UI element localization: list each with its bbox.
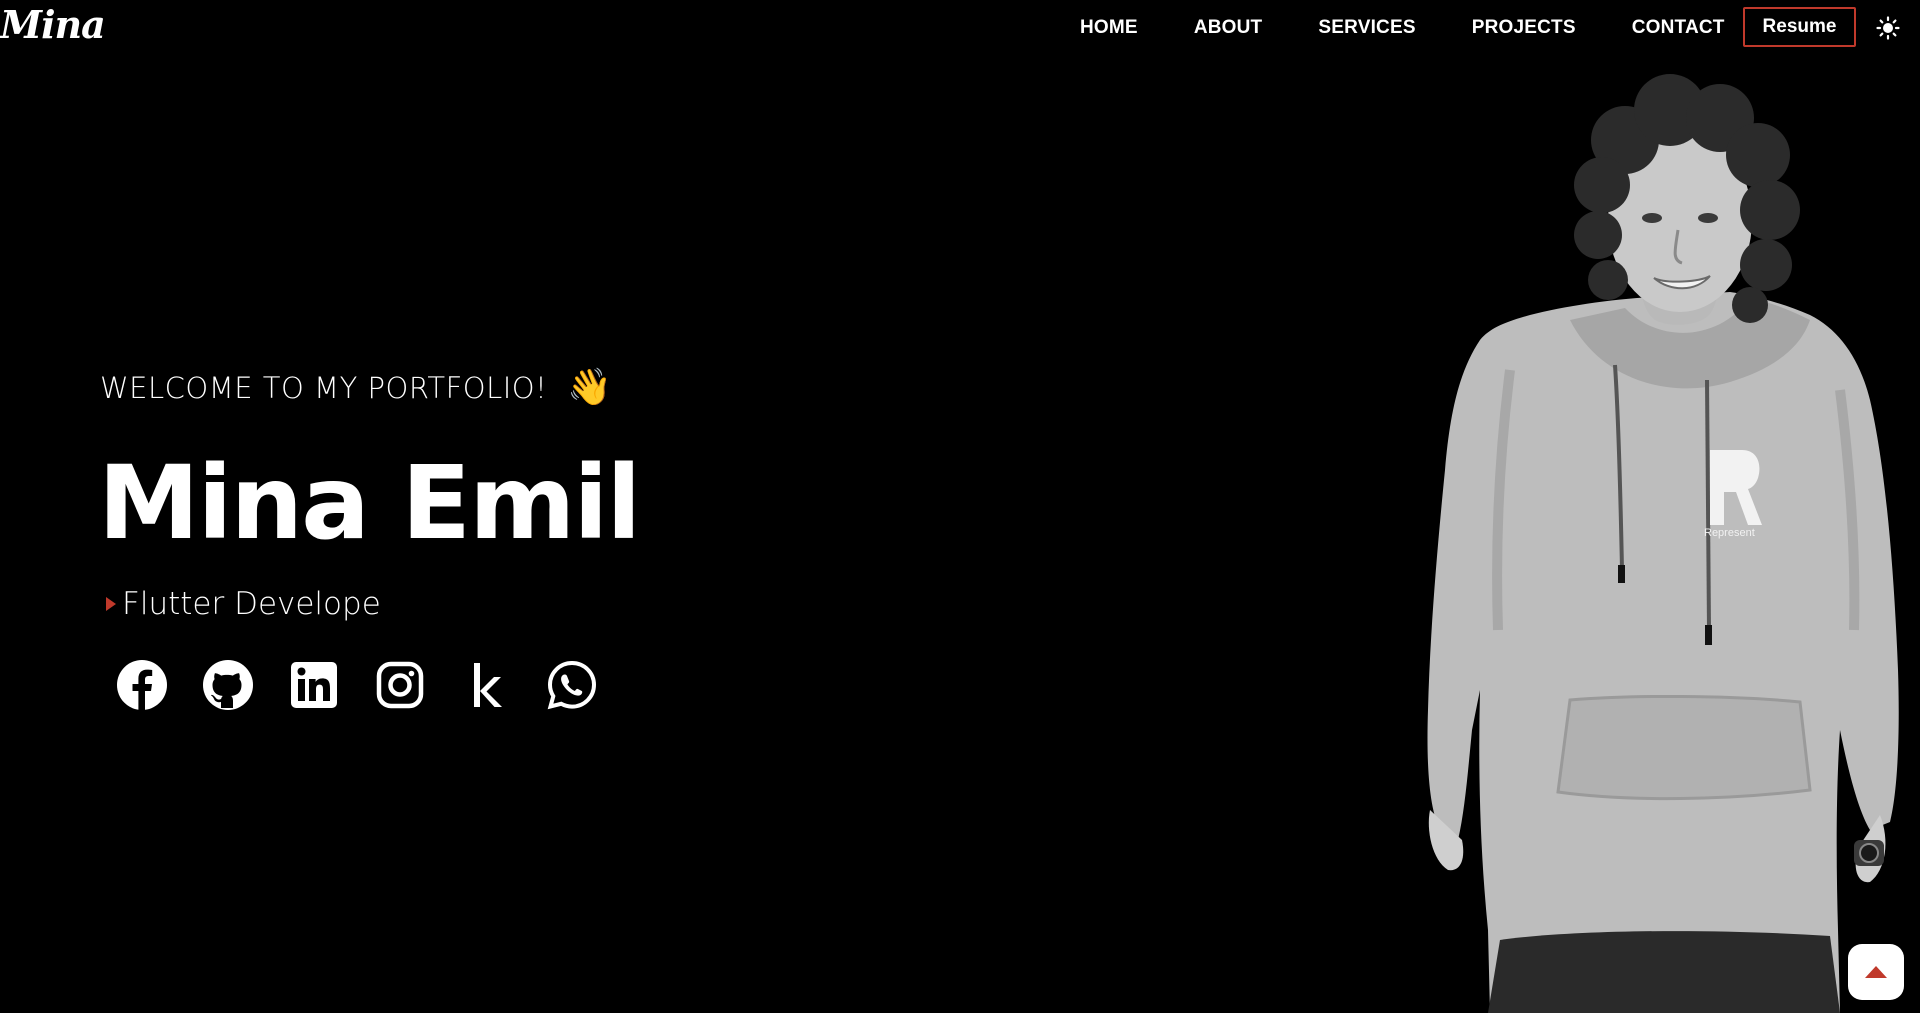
hero-name: Mina Emil	[98, 444, 641, 563]
waving-hand-icon: 👋	[567, 367, 613, 408]
role-text: Flutter Develope	[122, 586, 381, 622]
nav-link-about[interactable]: ABOUT	[1194, 17, 1263, 39]
navbar: Mina HOME ABOUT SERVICES PROJECTS CONTAC…	[0, 0, 1920, 56]
caret-right-icon	[106, 597, 116, 611]
nav-link-services[interactable]: SERVICES	[1318, 17, 1415, 39]
resume-button[interactable]: Resume	[1743, 7, 1856, 47]
social-link-kaggle[interactable]	[457, 656, 515, 714]
social-link-whatsapp[interactable]	[543, 656, 601, 714]
theme-toggle-button[interactable]	[1874, 14, 1902, 42]
nav-links: HOME ABOUT SERVICES PROJECTS CONTACT	[1080, 0, 1781, 56]
social-links	[113, 656, 629, 714]
nav-link-home[interactable]: HOME	[1080, 17, 1138, 39]
profile-portrait: Represent	[1427, 74, 1899, 1013]
github-icon	[203, 660, 253, 710]
whatsapp-icon	[547, 660, 597, 710]
scroll-to-top-button[interactable]	[1848, 944, 1904, 1000]
nav-link-contact[interactable]: CONTACT	[1632, 17, 1725, 39]
social-link-facebook[interactable]	[113, 656, 171, 714]
linkedin-icon	[291, 662, 337, 708]
welcome-text: WELCOME TO MY PORTFOLIO!	[100, 371, 548, 405]
social-link-linkedin[interactable]	[285, 656, 343, 714]
role-line: Flutter Develope	[106, 586, 381, 622]
arrow-up-icon	[1865, 966, 1887, 978]
nav-link-projects[interactable]: PROJECTS	[1472, 17, 1576, 39]
hoodie-brand-text: Represent	[1704, 527, 1755, 539]
welcome-line: WELCOME TO MY PORTFOLIO! 👋	[100, 370, 613, 406]
social-link-instagram[interactable]	[371, 656, 429, 714]
sun-icon	[1876, 16, 1900, 40]
social-link-github[interactable]	[199, 656, 257, 714]
site-logo[interactable]: Mina	[0, 2, 106, 47]
instagram-icon	[376, 661, 424, 709]
kaggle-icon	[474, 663, 502, 707]
facebook-icon	[117, 660, 167, 711]
